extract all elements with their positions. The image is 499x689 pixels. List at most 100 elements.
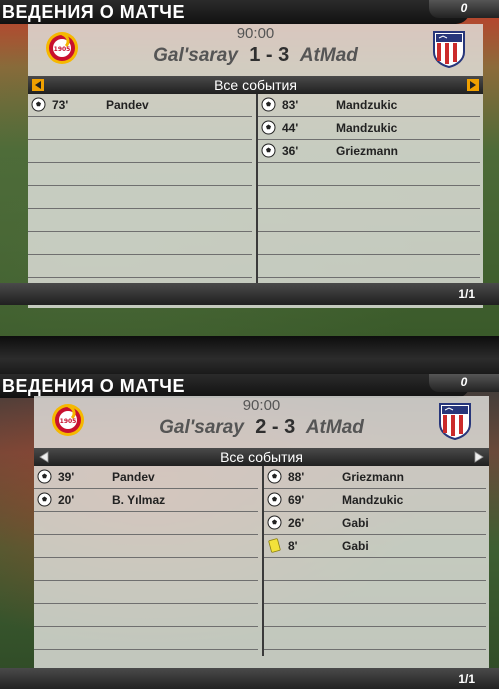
event-minute: 20': [58, 493, 75, 507]
away-events-list: 88' Griezmann 69' Mandzukic 26' Gabi 8' …: [262, 466, 486, 656]
next-arrow-icon[interactable]: [473, 451, 485, 463]
event-row: 83' Mandzukic: [258, 94, 480, 117]
previous-arrow-icon[interactable]: [32, 79, 44, 91]
next-arrow-icon[interactable]: [467, 79, 479, 91]
match-report-panel-1: ВЕДЕНИЯ О МАТЧЕ 0 1905 90:00 Gal'saray 1…: [0, 0, 499, 336]
away-events-list: 83' Mandzukic 44' Mandzukic 36' Griezman…: [256, 94, 480, 284]
events-header: Все события: [34, 448, 489, 466]
home-events-list: 39' Pandev 20' B. Yılmaz: [34, 466, 258, 656]
event-row: 44' Mandzukic: [258, 117, 480, 140]
event-minute: 83': [282, 98, 299, 112]
corner-indicator: 0: [429, 374, 499, 392]
empty-row: [34, 558, 258, 581]
event-player: Gabi: [342, 516, 369, 530]
home-score: 1: [249, 44, 261, 66]
empty-row: [258, 232, 480, 255]
events-columns: 39' Pandev 20' B. Yılmaz 88' Griezmann 6…: [34, 466, 489, 656]
events-columns: 73' Pandev 83' Mandzukic 44' Mandzukic 3…: [28, 94, 483, 284]
empty-row: [34, 604, 258, 627]
event-player: Mandzukic: [336, 121, 398, 135]
panel-title: ВЕДЕНИЯ О МАТЧЕ: [0, 0, 470, 24]
score-line: Gal'saray 2 - 3 AtMad: [34, 416, 489, 439]
away-team-name: AtMad: [299, 45, 358, 66]
event-row: 88' Griezmann: [264, 466, 486, 489]
event-minute: 26': [288, 516, 305, 530]
empty-row: [258, 186, 480, 209]
empty-row: [28, 186, 252, 209]
empty-row: [34, 627, 258, 650]
event-minute: 36': [282, 144, 299, 158]
event-minute: 73': [52, 98, 69, 112]
empty-row: [258, 255, 480, 278]
panel-title: ВЕДЕНИЯ О МАТЧЕ: [0, 374, 470, 398]
score: 2 - 3: [255, 416, 296, 438]
yellow-card-icon: [268, 538, 281, 553]
away-score: 3: [284, 416, 296, 438]
empty-row: [264, 604, 486, 627]
empty-row: [34, 535, 258, 558]
empty-row: [264, 558, 486, 581]
event-row: 39' Pandev: [34, 466, 258, 489]
empty-row: [258, 209, 480, 232]
away-score: 3: [278, 44, 290, 66]
scoreboard: 1905 90:00 Gal'saray 1 - 3 AtMad: [28, 24, 483, 76]
previous-arrow-icon[interactable]: [38, 451, 50, 463]
empty-row: [258, 163, 480, 186]
event-player: Pandev: [112, 470, 155, 484]
atletico-crest-icon: [433, 31, 465, 68]
event-row: 73' Pandev: [28, 94, 252, 117]
empty-row: [28, 209, 252, 232]
events-header-label: Все события: [214, 77, 297, 93]
event-row: 26' Gabi: [264, 512, 486, 535]
event-minute: 8': [288, 539, 298, 553]
away-team-name: AtMad: [305, 417, 364, 438]
event-player: Mandzukic: [342, 493, 404, 507]
score-line: Gal'saray 1 - 3 AtMad: [28, 44, 483, 67]
event-player: Gabi: [342, 539, 369, 553]
ball-icon: [37, 492, 52, 507]
events-header: Все события: [28, 76, 483, 94]
corner-indicator: 0: [429, 0, 499, 18]
empty-row: [264, 627, 486, 650]
event-player: Pandev: [106, 98, 149, 112]
event-player: Griezmann: [336, 144, 399, 158]
event-minute: 39': [58, 470, 75, 484]
ball-icon: [267, 492, 282, 507]
panel-separator: [0, 336, 499, 374]
events-header-label: Все события: [220, 449, 303, 465]
scoreboard: 1905 90:00 Gal'saray 2 - 3 AtMad: [34, 396, 489, 448]
page-indicator: 1/1: [458, 672, 475, 686]
match-sheet: 1905 90:00 Gal'saray 2 - 3 AtMad Все соб…: [34, 396, 489, 686]
atletico-crest-icon: [439, 403, 471, 440]
page-indicator-bar: 1/1: [0, 283, 499, 305]
empty-row: [28, 117, 252, 140]
page-indicator: 1/1: [458, 287, 475, 301]
event-minute: 88': [288, 470, 305, 484]
ball-icon: [267, 515, 282, 530]
empty-row: [28, 255, 252, 278]
empty-row: [28, 232, 252, 255]
ball-icon: [37, 469, 52, 484]
empty-row: [34, 512, 258, 535]
ball-icon: [31, 97, 46, 112]
match-report-panel-2: ВЕДЕНИЯ О МАТЧЕ 0 1905 90:00 Gal'saray 2…: [0, 374, 499, 689]
home-events-list: 73' Pandev: [28, 94, 252, 284]
match-time: 90:00: [236, 25, 275, 42]
page-indicator-bar: 1/1: [0, 668, 499, 689]
empty-row: [28, 163, 252, 186]
home-team-name: Gal'saray: [153, 45, 238, 66]
ball-icon: [261, 143, 276, 158]
match-sheet: 1905 90:00 Gal'saray 1 - 3 AtMad Все соб…: [28, 24, 483, 308]
ball-icon: [267, 469, 282, 484]
event-row: 36' Griezmann: [258, 140, 480, 163]
empty-row: [264, 581, 486, 604]
event-minute: 69': [288, 493, 305, 507]
score: 1 - 3: [249, 44, 290, 66]
empty-row: [28, 140, 252, 163]
home-team-name: Gal'saray: [159, 417, 244, 438]
event-player: Griezmann: [342, 470, 405, 484]
ball-icon: [261, 120, 276, 135]
event-player: B. Yılmaz: [112, 493, 166, 507]
event-row: 69' Mandzukic: [264, 489, 486, 512]
match-time: 90:00: [242, 397, 281, 414]
